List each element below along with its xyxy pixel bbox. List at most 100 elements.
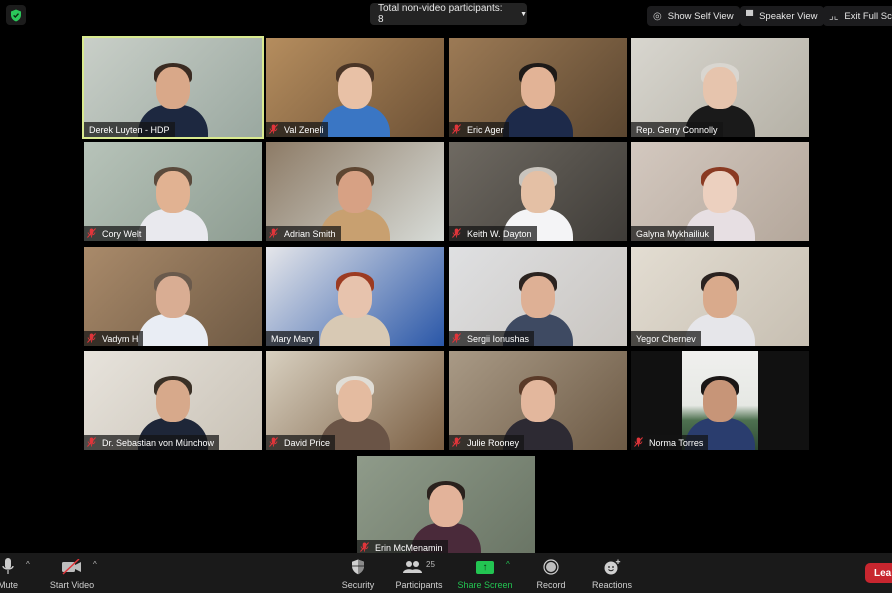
muted-microphone-icon (452, 437, 462, 448)
exit-full-screen-label: Exit Full Scr (844, 10, 892, 22)
participant-name: Derek Luyten - HDP (89, 124, 170, 135)
meeting-controls-bar: Mute ^ Start Video ^ Security 25 Partici… (0, 553, 892, 593)
muted-microphone-icon (634, 437, 644, 448)
participant-name: David Price (284, 437, 331, 448)
share-screen-icon: ↑ (476, 556, 494, 578)
eye-icon: ◎ (653, 10, 662, 22)
participant-name: Eric Ager (467, 124, 504, 135)
security-label: Security (341, 580, 375, 590)
participant-tile[interactable]: Keith W. Dayton (449, 142, 627, 241)
share-screen-button[interactable]: ↑ Share Screen (456, 553, 514, 593)
muted-microphone-icon (269, 124, 279, 135)
share-screen-label: Share Screen (457, 580, 513, 590)
participant-tile[interactable]: Cory Welt (84, 142, 262, 241)
security-button[interactable]: Security (338, 553, 378, 593)
participant-tile[interactable]: Adrian Smith (266, 142, 444, 241)
muted-microphone-icon (452, 333, 462, 344)
participants-label: Participants (395, 580, 443, 590)
participant-name: Sergii Ionushas (467, 333, 530, 344)
participant-name-tag: Keith W. Dayton (449, 226, 537, 241)
participant-tile[interactable]: Yegor Chernev (631, 247, 809, 346)
participant-name-tag: Mary Mary (266, 331, 319, 346)
share-options-caret[interactable]: ^ (506, 560, 510, 569)
shield-check-icon (11, 9, 21, 21)
participant-name-tag: Val Zeneli (266, 122, 329, 137)
participant-name: Erin McMenamin (375, 542, 443, 553)
reactions-smiley-icon (603, 556, 621, 578)
participant-name-tag: Julie Rooney (449, 435, 525, 450)
start-video-button[interactable]: Start Video (44, 553, 100, 593)
participant-name: Dr. Sebastian von Münchow (102, 437, 215, 448)
participant-name-tag: Yegor Chernev (631, 331, 701, 346)
non-video-participants-dropdown[interactable]: Total non-video participants: 8 ▼ (370, 3, 527, 25)
participant-tile[interactable]: David Price (266, 351, 444, 450)
record-label: Record (536, 580, 566, 590)
start-video-label: Start Video (49, 580, 95, 590)
participant-tile[interactable]: Rep. Gerry Connolly (631, 38, 809, 137)
mute-button[interactable]: Mute (0, 553, 22, 593)
participant-tile[interactable]: Julie Rooney (449, 351, 627, 450)
participant-name-tag: Galyna Mykhailiuk (631, 226, 715, 241)
microphone-icon (2, 556, 14, 578)
participant-name: Julie Rooney (467, 437, 520, 448)
participant-video-figure (320, 270, 390, 346)
muted-microphone-icon (87, 437, 97, 448)
participant-name: Keith W. Dayton (467, 228, 532, 239)
participant-name-tag: Eric Ager (449, 122, 509, 137)
record-icon (543, 556, 559, 578)
leave-meeting-button[interactable]: Lea (865, 563, 892, 583)
participant-name-tag: Adrian Smith (266, 226, 341, 241)
speaker-view-label: Speaker View (759, 10, 818, 22)
participant-video-figure (320, 61, 390, 137)
caret-down-icon: ▼ (520, 10, 527, 18)
meeting-security-button[interactable] (6, 5, 26, 25)
participant-name-tag: Vadym H (84, 331, 144, 346)
participants-icon: 25 (403, 556, 435, 578)
top-bar: Total non-video participants: 8 ▼ ◎ Show… (0, 0, 892, 32)
muted-microphone-icon (452, 124, 462, 135)
participant-name: Norma Torres (649, 437, 704, 448)
participant-tile[interactable]: Derek Luyten - HDP (82, 36, 264, 139)
speaker-view-icon: ▀ (746, 10, 754, 22)
participant-tile[interactable]: Val Zeneli (266, 38, 444, 137)
participant-name-tag: Derek Luyten - HDP (84, 122, 175, 137)
show-self-view-label: Show Self View (667, 10, 734, 22)
video-options-caret[interactable]: ^ (93, 560, 97, 569)
participant-name: Val Zeneli (284, 124, 324, 135)
show-self-view-button[interactable]: ◎ Show Self View (647, 6, 740, 26)
muted-microphone-icon (452, 228, 462, 239)
participant-name: Mary Mary (271, 333, 314, 344)
participant-name-tag: Sergii Ionushas (449, 331, 535, 346)
video-off-icon (61, 556, 83, 578)
participant-tile[interactable]: Dr. Sebastian von Münchow (84, 351, 262, 450)
participant-tile[interactable]: Galyna Mykhailiuk (631, 142, 809, 241)
exit-full-screen-icon: ⌟⌞ (829, 10, 839, 22)
participant-video-figure (138, 165, 208, 241)
reactions-button[interactable]: Reactions (590, 553, 634, 593)
non-video-participants-label: Total non-video participants: 8 (378, 3, 503, 25)
participant-name-tag: Norma Torres (631, 435, 709, 450)
speaker-view-button[interactable]: ▀ Speaker View (740, 6, 824, 26)
participant-video-figure (503, 61, 573, 137)
muted-microphone-icon (87, 333, 97, 344)
participant-tile[interactable]: Norma Torres (631, 351, 809, 450)
participant-tile[interactable]: Eric Ager (449, 38, 627, 137)
security-shield-icon (351, 556, 365, 578)
exit-full-screen-button[interactable]: ⌟⌞ Exit Full Scr (823, 6, 892, 26)
record-button[interactable]: Record (535, 553, 567, 593)
participant-name: Galyna Mykhailiuk (636, 228, 710, 239)
participants-button[interactable]: 25 Participants (393, 553, 445, 593)
participant-tile[interactable]: Mary Mary (266, 247, 444, 346)
participant-tile[interactable]: Erin McMenamin (357, 456, 535, 555)
participant-name: Rep. Gerry Connolly (636, 124, 718, 135)
participant-video-figure (138, 270, 208, 346)
participant-name-tag: David Price (266, 435, 336, 450)
mute-label: Mute (0, 580, 18, 590)
participant-tile[interactable]: Vadym H (84, 247, 262, 346)
participant-name-tag: Rep. Gerry Connolly (631, 122, 723, 137)
muted-microphone-icon (360, 542, 370, 553)
participant-tile[interactable]: Sergii Ionushas (449, 247, 627, 346)
audio-options-caret[interactable]: ^ (26, 560, 30, 569)
muted-microphone-icon (269, 437, 279, 448)
muted-microphone-icon (269, 228, 279, 239)
